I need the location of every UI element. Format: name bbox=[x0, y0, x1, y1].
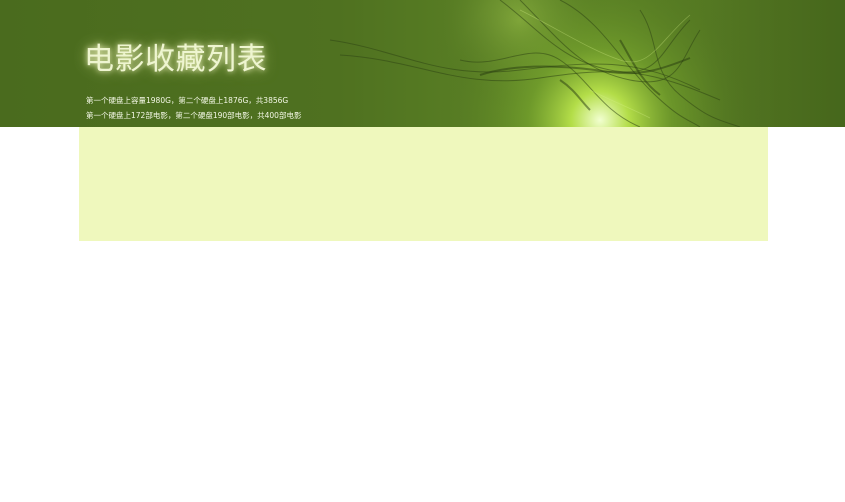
header-banner: 电影收藏列表 第一个硬盘上容量1980G，第二个硬盘上1876G，共3856G … bbox=[0, 0, 845, 127]
storage-capacity-text: 第一个硬盘上容量1980G，第二个硬盘上1876G，共3856G bbox=[86, 96, 289, 105]
movie-count-text: 第一个硬盘上172部电影，第二个硬盘190部电影，共400部电影 bbox=[86, 111, 302, 120]
page-title: 电影收藏列表 bbox=[84, 42, 267, 77]
movie-list-panel bbox=[79, 127, 768, 241]
